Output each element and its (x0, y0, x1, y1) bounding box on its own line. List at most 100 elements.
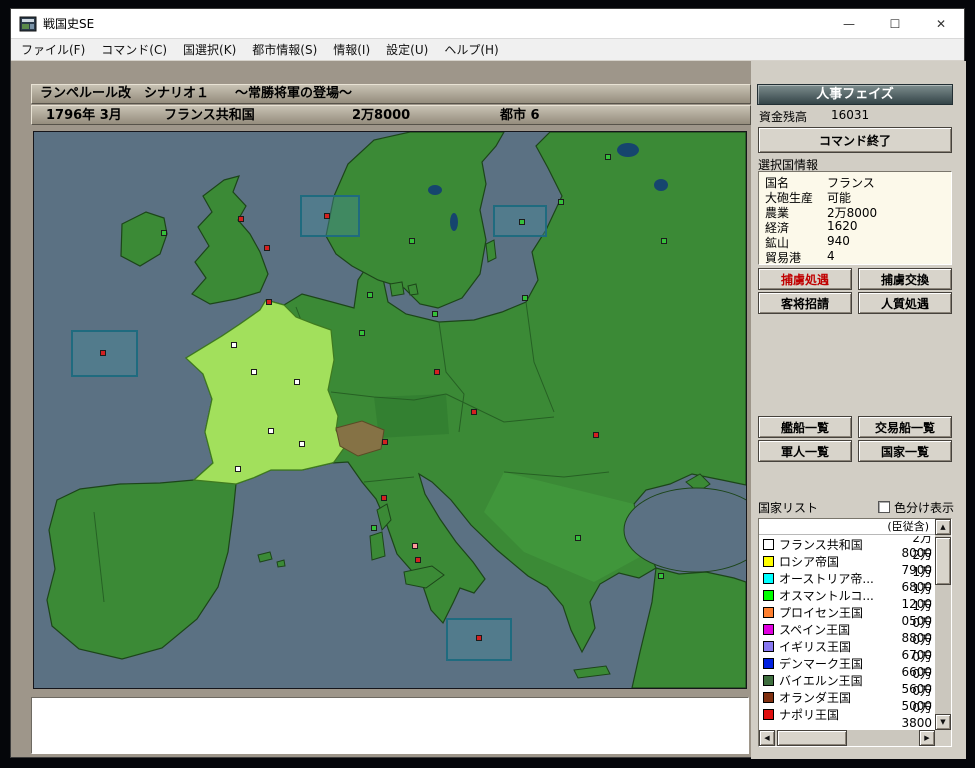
city-marker[interactable] (100, 350, 106, 356)
city-marker[interactable] (605, 154, 611, 160)
app-icon (19, 15, 37, 33)
warship-list-button[interactable]: 艦船一覧 (758, 416, 852, 438)
nation-list-button[interactable]: 国家一覧 (858, 440, 952, 462)
nation-color-swatch (763, 556, 774, 567)
minimize-button[interactable]: — (826, 9, 872, 39)
country-info-panel: 国名フランス大砲生産可能農業2万8000経済1620鉱山940貿易港4 (758, 171, 952, 265)
fleet-selection-box[interactable] (300, 195, 360, 237)
city-marker[interactable] (367, 292, 373, 298)
prisoner-treatment-button[interactable]: 捕虜処遇 (758, 268, 852, 290)
city-marker[interactable] (575, 535, 581, 541)
map-viewport[interactable] (33, 131, 747, 689)
city-marker[interactable] (415, 557, 421, 563)
city-marker[interactable] (359, 330, 365, 336)
end-command-button[interactable]: コマンド終了 (758, 127, 952, 153)
city-marker[interactable] (519, 219, 525, 225)
city-marker[interactable] (235, 466, 241, 472)
app-window: 戦国史SE — ☐ ✕ ファイル(F)コマンド(C)国選択(K)都市情報(S)情… (10, 8, 965, 758)
side-panel: 人事フェイズ 資金残高 16031 コマンド終了 選択国情報 国名フランス大砲生… (751, 61, 966, 759)
funds-row: 資金残高 16031 (759, 108, 953, 126)
nation-name: オスマントルコ... (779, 587, 883, 604)
nation-rows: フランス共和国2万8000ロシア帝国2万7900オーストリア帝...1万6800… (759, 536, 935, 730)
officer-list-button[interactable]: 軍人一覧 (758, 440, 852, 462)
city-marker[interactable] (266, 299, 272, 305)
city-marker[interactable] (476, 635, 482, 641)
city-marker[interactable] (558, 199, 564, 205)
city-marker[interactable] (264, 245, 270, 251)
city-marker[interactable] (381, 495, 387, 501)
menu-item-help[interactable]: ヘルプ(H) (436, 39, 506, 60)
city-marker[interactable] (371, 525, 377, 531)
scrollbar-corner (935, 730, 951, 746)
status-country: フランス共和国 (164, 107, 255, 125)
menu-item-command[interactable]: コマンド(C) (93, 39, 175, 60)
guest-general-invite-button[interactable]: 客将招請 (758, 292, 852, 314)
info-row: 貿易港4 (765, 249, 951, 264)
maximize-button[interactable]: ☐ (872, 9, 918, 39)
city-marker[interactable] (238, 216, 244, 222)
close-button[interactable]: ✕ (918, 9, 964, 39)
funds-value: 16031 (831, 108, 869, 126)
info-value: 1620 (827, 219, 858, 234)
message-area[interactable] (31, 697, 749, 754)
city-marker[interactable] (434, 369, 440, 375)
phase-header: 人事フェイズ (757, 84, 953, 105)
status-agri: 2万8000 (352, 107, 410, 125)
nation-color-swatch (763, 641, 774, 652)
horizontal-scroll-thumb[interactable] (777, 730, 847, 746)
color-coding-checkbox[interactable] (878, 501, 890, 513)
city-marker[interactable] (299, 441, 305, 447)
city-marker[interactable] (658, 573, 664, 579)
menu-item-city-info[interactable]: 都市情報(S) (244, 39, 325, 60)
info-value: 2万8000 (827, 204, 877, 219)
nation-name: オーストリア帝... (779, 570, 883, 587)
scroll-right-icon[interactable]: ▶ (919, 730, 935, 746)
hostage-treatment-button[interactable]: 人質処遇 (858, 292, 952, 314)
nation-list-title: 国家リスト (758, 499, 818, 515)
city-marker[interactable] (409, 238, 415, 244)
city-marker[interactable] (251, 369, 257, 375)
vertical-scrollbar[interactable]: ▲ ▼ (935, 519, 951, 730)
map-overlay (34, 132, 746, 688)
info-label: 国名 (765, 174, 827, 189)
nation-name: ナポリ王国 (779, 706, 883, 723)
info-row: 経済1620 (765, 219, 951, 234)
menu-item-country-select[interactable]: 国選択(K) (175, 39, 244, 60)
nation-list-column-note: (臣従含) (759, 519, 935, 535)
nation-name: スペイン王国 (779, 621, 883, 638)
city-marker[interactable] (432, 311, 438, 317)
city-marker[interactable] (161, 230, 167, 236)
window-title: 戦国史SE (43, 15, 94, 32)
city-marker[interactable] (661, 238, 667, 244)
scroll-down-icon[interactable]: ▼ (935, 714, 951, 730)
nation-color-swatch (763, 658, 774, 669)
menu-item-info[interactable]: 情報(I) (325, 39, 378, 60)
vertical-scroll-thumb[interactable] (935, 537, 951, 585)
title-bar[interactable]: 戦国史SE — ☐ ✕ (11, 9, 964, 39)
trade-ship-list-button[interactable]: 交易船一覧 (858, 416, 952, 438)
city-marker[interactable] (522, 295, 528, 301)
scroll-up-icon[interactable]: ▲ (935, 519, 951, 535)
city-marker[interactable] (593, 432, 599, 438)
info-label: 大砲生産 (765, 189, 827, 204)
city-marker[interactable] (471, 409, 477, 415)
menu-item-settings[interactable]: 設定(U) (378, 39, 436, 60)
nation-color-swatch (763, 692, 774, 703)
horizontal-scrollbar[interactable]: ◀ ▶ (759, 730, 935, 746)
nation-row[interactable]: ナポリ王国0万3800 (759, 706, 935, 723)
scroll-left-icon[interactable]: ◀ (759, 730, 775, 746)
nation-name: ロシア帝国 (779, 553, 883, 570)
info-label: 経済 (765, 219, 827, 234)
nation-name: デンマーク王国 (779, 655, 883, 672)
city-marker[interactable] (412, 543, 418, 549)
info-label: 農業 (765, 204, 827, 219)
city-marker[interactable] (231, 342, 237, 348)
city-marker[interactable] (268, 428, 274, 434)
city-marker[interactable] (382, 439, 388, 445)
city-marker[interactable] (324, 213, 330, 219)
info-row: 鉱山940 (765, 234, 951, 249)
info-value: 940 (827, 234, 850, 249)
menu-item-file[interactable]: ファイル(F) (13, 39, 93, 60)
city-marker[interactable] (294, 379, 300, 385)
prisoner-exchange-button[interactable]: 捕虜交換 (858, 268, 952, 290)
